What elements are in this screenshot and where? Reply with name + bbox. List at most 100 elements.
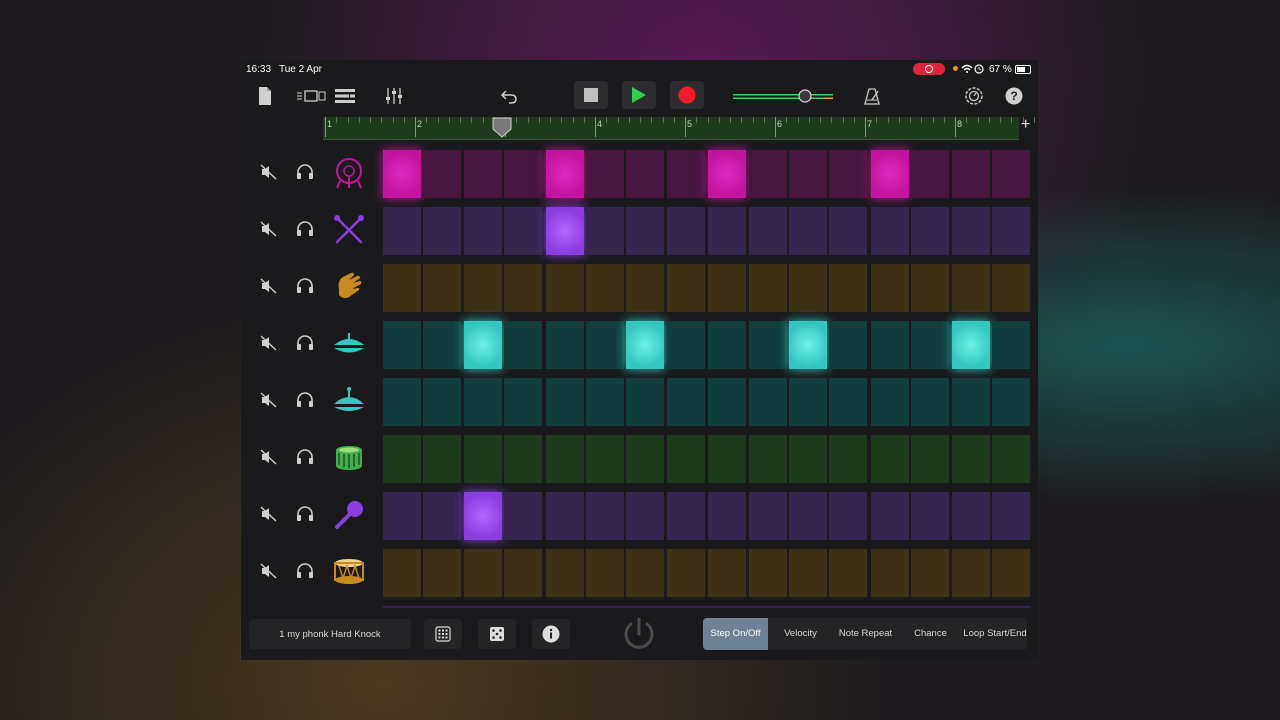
document-icon[interactable] — [255, 82, 275, 110]
step-pad[interactable] — [626, 492, 665, 540]
step-pad[interactable] — [870, 150, 909, 198]
step-pad[interactable] — [829, 549, 868, 597]
solo-button[interactable] — [292, 216, 318, 242]
step-pad[interactable] — [951, 264, 990, 312]
step-pad[interactable] — [423, 492, 462, 540]
step-pad[interactable] — [504, 207, 543, 255]
step-pad[interactable] — [423, 378, 462, 426]
step-pad[interactable] — [789, 435, 827, 483]
solo-button[interactable] — [292, 387, 318, 413]
step-pad[interactable] — [870, 549, 909, 597]
step-pad[interactable] — [463, 150, 502, 198]
step-pad[interactable] — [708, 492, 747, 540]
step-pad[interactable] — [789, 378, 827, 426]
step-pad[interactable] — [829, 378, 868, 426]
step-pad[interactable] — [626, 150, 665, 198]
step-pad[interactable] — [586, 207, 624, 255]
step-pad[interactable] — [992, 321, 1030, 369]
step-pad[interactable] — [666, 378, 705, 426]
step-pad[interactable] — [829, 492, 868, 540]
step-pad[interactable] — [586, 264, 624, 312]
step-pad[interactable] — [911, 378, 950, 426]
step-pad[interactable] — [383, 264, 421, 312]
step-pad[interactable] — [666, 492, 705, 540]
step-pad[interactable] — [708, 321, 747, 369]
step-pad[interactable] — [545, 264, 584, 312]
step-pad[interactable] — [463, 492, 502, 540]
step-pad[interactable] — [383, 492, 421, 540]
add-section-icon[interactable]: + — [1021, 116, 1030, 134]
step-pad[interactable] — [789, 321, 827, 369]
step-pad[interactable] — [545, 150, 584, 198]
step-pad[interactable] — [748, 150, 787, 198]
step-pad[interactable] — [383, 321, 421, 369]
step-pad[interactable] — [586, 435, 624, 483]
step-pad[interactable] — [870, 321, 909, 369]
step-pad[interactable] — [829, 207, 868, 255]
pattern-name-button[interactable]: 1 my phonk Hard Knock — [249, 619, 411, 649]
solo-button[interactable] — [292, 159, 318, 185]
step-pad[interactable] — [911, 492, 950, 540]
playhead-marker[interactable] — [491, 117, 513, 144]
step-pad[interactable] — [423, 264, 462, 312]
step-pad[interactable] — [545, 321, 584, 369]
master-volume-slider[interactable] — [731, 82, 837, 110]
step-pad[interactable] — [666, 321, 705, 369]
step-pad[interactable] — [626, 378, 665, 426]
clap-icon[interactable] — [329, 268, 369, 306]
step-pad[interactable] — [992, 150, 1030, 198]
step-pad[interactable] — [911, 549, 950, 597]
step-pad[interactable] — [423, 549, 462, 597]
step-pad[interactable] — [870, 207, 909, 255]
mute-button[interactable] — [256, 444, 282, 470]
randomize-dice-icon[interactable] — [478, 619, 516, 649]
solo-button[interactable] — [292, 501, 318, 527]
grid-keypad-icon[interactable] — [424, 619, 462, 649]
step-pad[interactable] — [504, 435, 543, 483]
step-pad[interactable] — [626, 207, 665, 255]
step-pad[interactable] — [748, 435, 787, 483]
step-pad[interactable] — [829, 264, 868, 312]
step-pad[interactable] — [748, 207, 787, 255]
step-pad[interactable] — [504, 321, 543, 369]
step-pad[interactable] — [463, 264, 502, 312]
step-pad[interactable] — [463, 549, 502, 597]
step-pad[interactable] — [383, 378, 421, 426]
step-pad[interactable] — [951, 378, 990, 426]
step-pad[interactable] — [423, 207, 462, 255]
step-pad[interactable] — [789, 264, 827, 312]
step-pad[interactable] — [423, 150, 462, 198]
settings-gear-icon[interactable] — [963, 82, 985, 110]
drumsticks-icon[interactable] — [329, 211, 369, 249]
step-pad[interactable] — [504, 150, 543, 198]
step-pad[interactable] — [870, 378, 909, 426]
step-pad[interactable] — [626, 435, 665, 483]
step-pad[interactable] — [829, 150, 868, 198]
mute-button[interactable] — [256, 273, 282, 299]
step-pad[interactable] — [992, 549, 1030, 597]
solo-button[interactable] — [292, 444, 318, 470]
power-icon[interactable] — [619, 614, 659, 659]
mode-step-on-off[interactable]: Step On/Off — [703, 618, 768, 650]
stop-button[interactable] — [574, 81, 608, 109]
help-icon[interactable]: ? — [1003, 82, 1025, 110]
step-pad[interactable] — [383, 435, 421, 483]
step-pad[interactable] — [708, 549, 747, 597]
step-pad[interactable] — [748, 549, 787, 597]
view-toggle-icon[interactable] — [295, 82, 327, 110]
step-pad[interactable] — [911, 321, 950, 369]
step-pad[interactable] — [748, 264, 787, 312]
step-pad[interactable] — [423, 435, 462, 483]
mute-button[interactable] — [256, 558, 282, 584]
timeline-ruler[interactable]: 12345678 — [323, 117, 1035, 140]
play-button[interactable] — [622, 81, 656, 109]
cymbal-icon[interactable] — [329, 382, 369, 420]
step-pad[interactable] — [789, 207, 827, 255]
metronome-icon[interactable] — [861, 82, 883, 110]
step-pad[interactable] — [951, 150, 990, 198]
step-pad[interactable] — [666, 207, 705, 255]
step-pad[interactable] — [626, 264, 665, 312]
mode-velocity[interactable]: Velocity — [768, 618, 833, 650]
step-pad[interactable] — [829, 321, 868, 369]
step-pad[interactable] — [951, 492, 990, 540]
